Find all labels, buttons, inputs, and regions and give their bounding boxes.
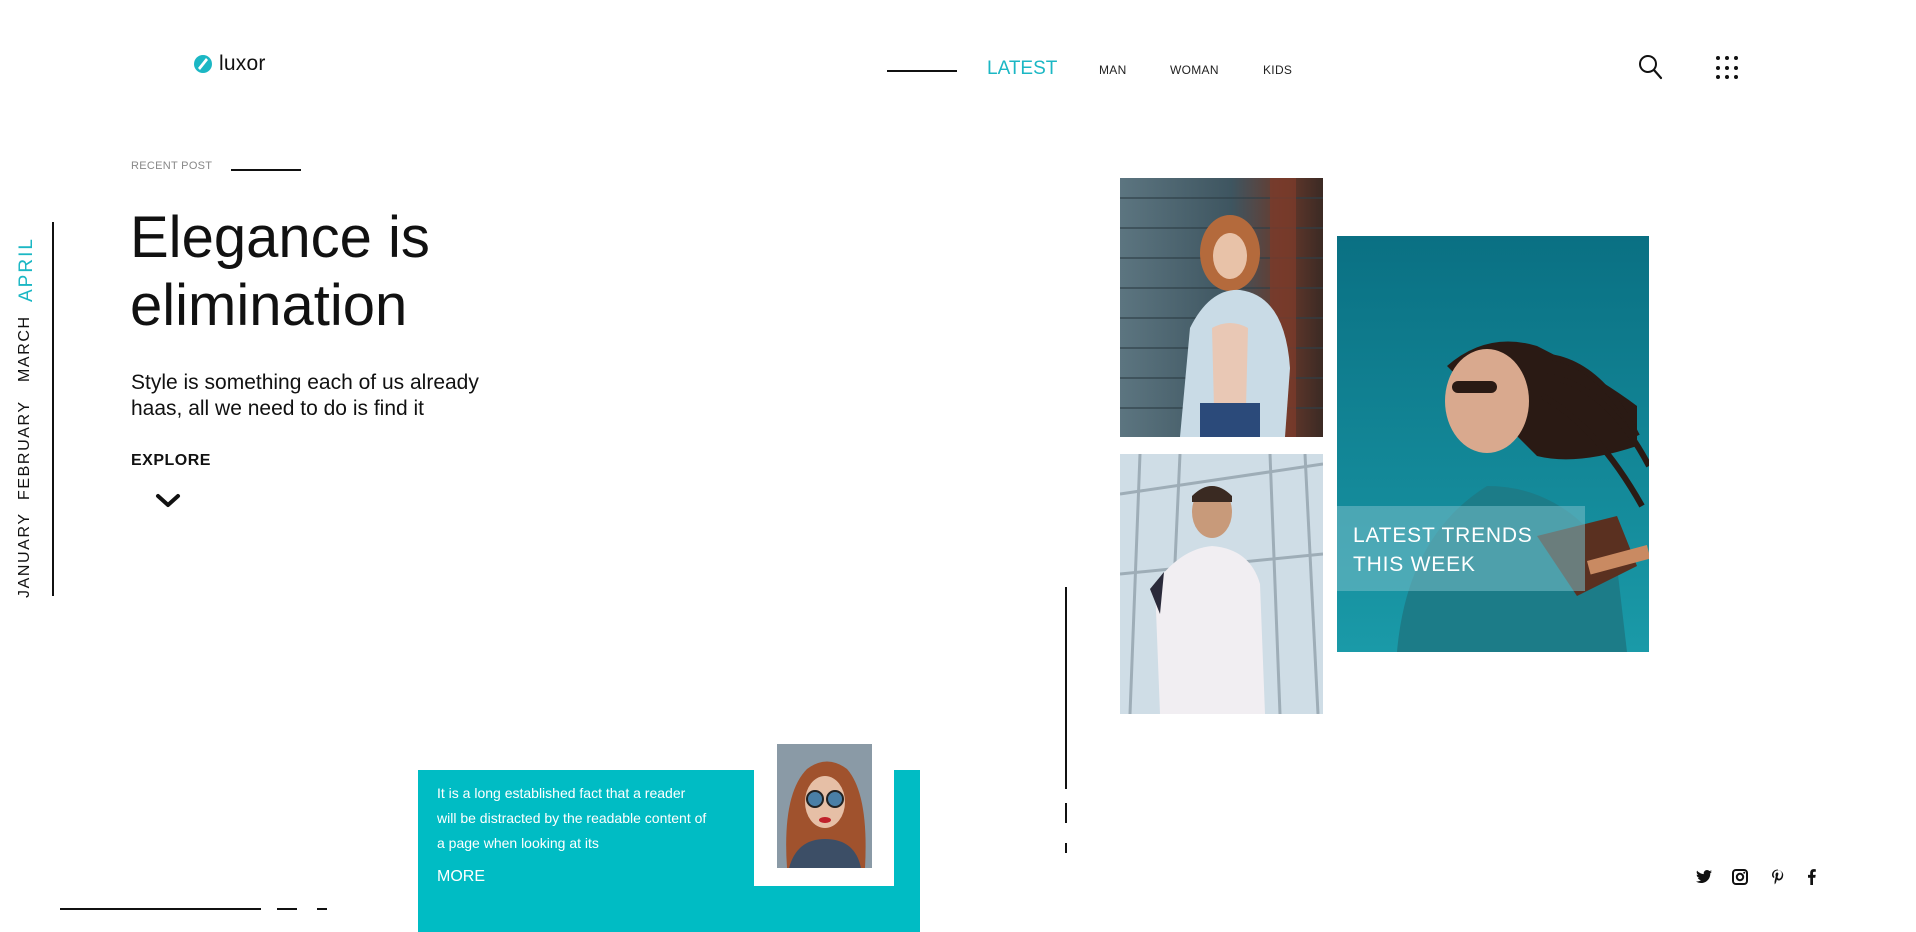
trends-line-2: THIS WEEK — [1353, 553, 1476, 576]
article-card-text: It is a long established fact that a rea… — [437, 781, 727, 856]
pager-line-dot — [317, 908, 327, 910]
nav-item-woman[interactable]: WOMAN — [1170, 63, 1219, 77]
month-february[interactable]: FEBRUARY — [16, 400, 34, 500]
grid-menu-icon — [1716, 56, 1720, 60]
search-icon — [1639, 55, 1663, 80]
article-card-photo-image — [777, 744, 872, 868]
recent-post-line — [231, 169, 301, 171]
article-line-1: It is a long established fact that a rea… — [437, 785, 686, 801]
nav-item-man[interactable]: MAN — [1099, 63, 1127, 77]
month-march[interactable]: MARCH — [16, 315, 34, 382]
trends-line-1: LATEST TRENDS — [1353, 524, 1533, 547]
page-title: Elegance is elimination — [130, 204, 610, 340]
nav-item-kids[interactable]: KIDS — [1263, 63, 1292, 77]
pager-line-long — [60, 908, 261, 910]
brand-name: luxor — [219, 52, 266, 75]
article-card-photo[interactable] — [777, 744, 872, 868]
article-line-2: will be distracted by the readable conte… — [437, 810, 707, 826]
title-line-1: Elegance is — [130, 205, 430, 270]
vertical-divider-dot — [1065, 843, 1067, 853]
nav-divider — [887, 70, 957, 72]
twitter-icon[interactable] — [1695, 868, 1713, 886]
search-button[interactable] — [1638, 54, 1664, 82]
recent-post-label: RECENT POST — [131, 160, 213, 172]
vertical-divider-dash — [1065, 803, 1067, 823]
facebook-icon[interactable] — [1803, 868, 1821, 886]
title-line-2: elimination — [130, 273, 408, 338]
instagram-icon[interactable] — [1731, 868, 1749, 886]
vertical-divider — [1065, 587, 1067, 789]
explore-button[interactable]: EXPLORE — [131, 452, 211, 470]
month-rail-line — [52, 222, 54, 596]
month-selector: JANUARY FEBRUARY MARCH APRIL — [16, 228, 46, 598]
photo-woman-denim-image — [1120, 178, 1323, 437]
logo-icon — [194, 55, 212, 73]
logo[interactable]: luxor — [193, 52, 266, 76]
pinterest-icon[interactable] — [1769, 868, 1787, 886]
pager-line-short — [277, 908, 297, 910]
photo-man-white-shirt-image — [1120, 454, 1323, 714]
more-link[interactable]: MORE — [437, 868, 485, 886]
article-line-3: a page when looking at its — [437, 835, 599, 851]
month-april[interactable]: APRIL — [16, 237, 38, 302]
month-january[interactable]: JANUARY — [16, 512, 34, 598]
photo-man-white-shirt[interactable] — [1120, 454, 1323, 714]
nav-item-latest[interactable]: LATEST — [987, 58, 1057, 80]
photo-woman-denim[interactable] — [1120, 178, 1323, 437]
trends-caption[interactable]: LATEST TRENDS THIS WEEK — [1353, 521, 1593, 579]
subtitle-line-2: haas, all we need to do is find it — [131, 397, 425, 420]
chevron-down-icon[interactable] — [155, 493, 181, 509]
subtitle-line-1: Style is something each of us already — [131, 371, 479, 394]
grid-menu-button[interactable] — [1716, 56, 1740, 80]
hero-subtitle: Style is something each of us already ha… — [131, 370, 551, 422]
